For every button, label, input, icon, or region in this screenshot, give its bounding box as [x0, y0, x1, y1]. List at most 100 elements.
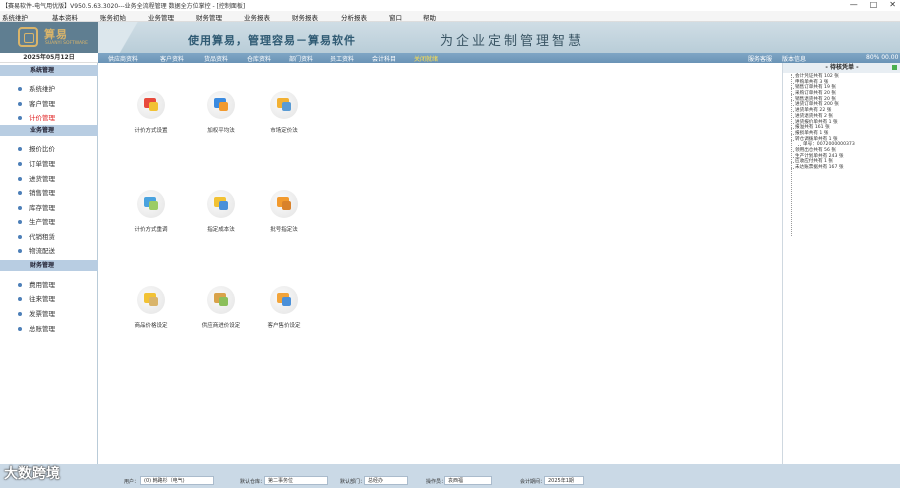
status-bar: 用户： (0) 韩路杉（电气) 默认仓库： 第二事务位 默认部门： 总经办 操作…	[0, 464, 900, 488]
watermark: 大数跨境	[4, 466, 60, 482]
tile-label: 客户售价设定	[267, 323, 301, 329]
status-department-label: 默认部门：	[340, 479, 366, 485]
sidebar-item-pricing-management[interactable]: 计价管理	[18, 112, 55, 122]
tile-weighted-average[interactable]: 加权平均法	[191, 91, 251, 134]
logo-text: 算易	[44, 28, 68, 41]
specified-cost-icon	[207, 190, 235, 218]
sidebar-section-business[interactable]: 业务管理	[0, 125, 98, 136]
product-price-icon	[137, 286, 165, 314]
icon-shape	[219, 102, 228, 111]
banner-slogan-calligraphy: 为企业定制管理智慧	[440, 34, 585, 49]
tile-specified-cost[interactable]: 指定成本法	[191, 190, 251, 233]
bullet-icon	[18, 235, 22, 239]
sidebar-item-production-management[interactable]: 生产管理	[18, 216, 55, 226]
sidebar-item-sales-management[interactable]: 销售管理	[18, 187, 55, 197]
sidebar-section-finance[interactable]: 财务管理	[0, 260, 98, 271]
menu-account-init[interactable]: 账务初始	[100, 12, 126, 22]
tile-pricing-adjust[interactable]: 计价方式重调	[121, 190, 181, 233]
close-button[interactable]: ✕	[889, 1, 896, 9]
todo-panel: - 待核凭单 - 会计凭证共有 102 张申购单共有 3 张销售订单共有 19 …	[782, 63, 900, 464]
nav-accounts[interactable]: 会计科目	[372, 54, 396, 63]
nav-department[interactable]: 部门资料	[289, 54, 313, 63]
nav-zoom-status: 80% 00.00	[866, 54, 899, 61]
window-title: 【赛易软件-电气用优版】V950.5.63.3020---业务全流程管理 数据全…	[2, 3, 246, 10]
icon-shape	[219, 201, 228, 210]
tile-label: 供应商进价设定	[201, 323, 241, 329]
pricing-settings-icon	[137, 91, 165, 119]
tile-label: 计价方式重调	[134, 227, 168, 233]
maximize-button[interactable]: □	[870, 1, 878, 9]
quick-nav-bar: 供应商资料 客户资料 货品资料 仓库资料 部门资料 员工资料 会计科目 关闭就绪…	[98, 53, 900, 63]
bullet-icon	[18, 327, 22, 331]
nav-employee[interactable]: 员工资料	[330, 54, 354, 63]
nav-close-ready[interactable]: 关闭就绪	[414, 54, 438, 63]
tile-customer-price[interactable]: 客户售价设定	[254, 286, 314, 329]
tile-product-price[interactable]: 商品价格设定	[121, 286, 181, 329]
sidebar-item-accounts-management[interactable]: 往来管理	[18, 293, 55, 303]
sidebar-item-consignment-lease[interactable]: 代销租赁	[18, 231, 55, 241]
sidebar-item-customer-management[interactable]: 客户管理	[18, 98, 55, 108]
todo-panel-close-icon[interactable]	[892, 65, 897, 70]
sidebar-item-system-maintenance[interactable]: 系统维护	[18, 83, 55, 93]
bullet-icon	[18, 206, 22, 210]
menu-system[interactable]: 系统维护	[2, 12, 28, 22]
status-user-label: 用户：	[124, 479, 140, 485]
tile-batch-number[interactable]: 批号指定法	[254, 190, 314, 233]
tile-label: 指定成本法	[207, 227, 235, 233]
status-user-value: (0) 韩路杉（电气)	[140, 476, 214, 485]
sidebar-item-quote-compare[interactable]: 报价比价	[18, 143, 55, 153]
sidebar-item-invoice-management[interactable]: 发票管理	[18, 308, 55, 318]
menu-window[interactable]: 窗口	[389, 12, 402, 22]
sidebar-item-expense-management[interactable]: 费用管理	[18, 279, 55, 289]
menu-bar: 系统维护 基本资料 账务初始 业务管理 财务管理 业务报表 财务报表 分析报表 …	[0, 11, 900, 22]
menu-analysis-reports[interactable]: 分析报表	[341, 12, 367, 22]
sidebar-section-system[interactable]: 系统管理	[0, 65, 98, 76]
sidebar-item-inventory-management[interactable]: 库存管理	[18, 202, 55, 212]
pricing-adjust-icon	[137, 190, 165, 218]
sidebar-item-ledger-management[interactable]: 总账管理	[18, 323, 55, 333]
control-panel: 计价方式设置 加权平均法 市场定价法计价方式重调 指定成本法 批号指定法商品价格设定 供应…	[99, 63, 782, 464]
bullet-icon	[18, 162, 22, 166]
menu-finance[interactable]: 财务管理	[196, 12, 222, 22]
tile-pricing-settings[interactable]: 计价方式设置	[121, 91, 181, 134]
menu-basic-data[interactable]: 基本资料	[52, 12, 78, 22]
window-controls: — □ ✕	[850, 1, 896, 9]
status-warehouse-value: 第二事务位	[264, 476, 328, 485]
sidebar-item-order-management[interactable]: 订单管理	[18, 158, 55, 168]
menu-help[interactable]: 帮助	[423, 12, 436, 22]
menu-business-reports[interactable]: 业务报表	[244, 12, 270, 22]
menu-finance-reports[interactable]: 财务报表	[292, 12, 318, 22]
tile-market-price[interactable]: 市场定价法	[254, 91, 314, 134]
nav-supplier[interactable]: 供应商资料	[108, 54, 138, 63]
sidebar-item-purchase-management[interactable]: 进货管理	[18, 173, 55, 183]
status-period-value: 2025年1期	[544, 476, 584, 485]
status-operator-value: 袁西福	[444, 476, 492, 485]
status-warehouse-label: 默认仓库：	[240, 479, 266, 485]
bullet-icon	[18, 297, 22, 301]
bullet-icon	[18, 177, 22, 181]
icon-shape	[149, 102, 158, 111]
menu-business[interactable]: 业务管理	[148, 12, 174, 22]
current-date: 2025年05月12日	[0, 53, 98, 63]
nav-customer-service[interactable]: 服务客服	[748, 54, 772, 63]
customer-price-icon	[270, 286, 298, 314]
nav-version-info[interactable]: 版本信息	[782, 54, 806, 63]
icon-shape	[282, 102, 291, 111]
sidebar-item-logistics[interactable]: 物流配送	[18, 245, 55, 255]
icon-shape	[219, 297, 228, 306]
bullet-icon	[18, 147, 22, 151]
tile-supplier-price[interactable]: 供应商进价设定	[191, 286, 251, 329]
bullet-icon	[18, 102, 22, 106]
todo-tree: 会计凭证共有 102 张申购单共有 3 张销售订单共有 19 张采购订单共有 2…	[791, 74, 855, 171]
nav-warehouse[interactable]: 仓库资料	[247, 54, 271, 63]
nav-goods[interactable]: 货品资料	[204, 54, 228, 63]
bullet-icon	[18, 220, 22, 224]
nav-customer[interactable]: 客户资料	[160, 54, 184, 63]
logo: 算易 SUANYI SOFTWARE	[0, 22, 98, 53]
market-price-icon	[270, 91, 298, 119]
bullet-icon	[18, 312, 22, 316]
bullet-icon	[18, 116, 22, 120]
todo-row[interactable]: 未达账票据共有 167 张	[791, 165, 855, 171]
minimize-button[interactable]: —	[850, 1, 858, 9]
title-bar: 【赛易软件-电气用优版】V950.5.63.3020---业务全流程管理 数据全…	[0, 0, 900, 11]
